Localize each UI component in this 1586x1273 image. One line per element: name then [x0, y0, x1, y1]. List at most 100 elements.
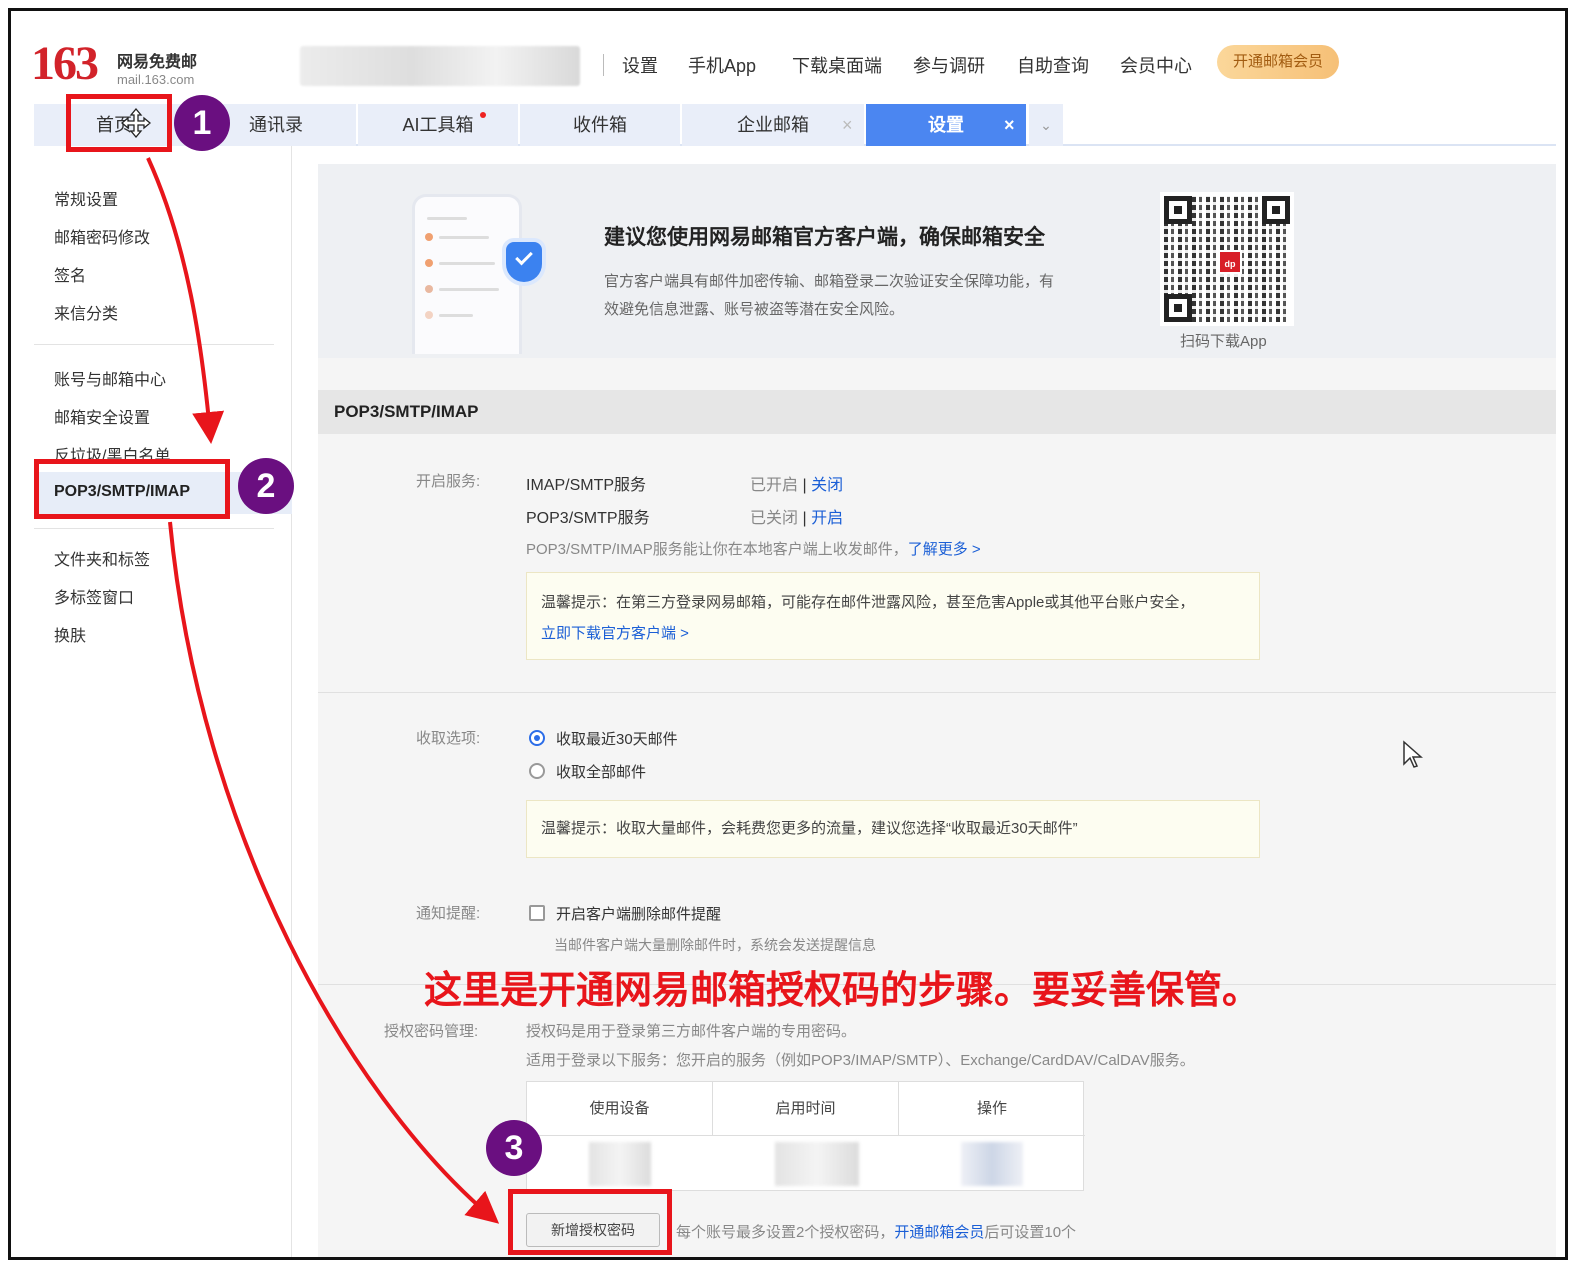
services-desc-text: POP3/SMTP/IMAP服务能让你在本地客户端上收发邮件，	[526, 541, 908, 558]
pointer-cursor-icon	[1403, 740, 1423, 768]
logo-domain: mail.163.com	[117, 72, 195, 87]
delete-reminder-description: 当邮件客户端大量删除邮件时，系统会发送提醒信息	[554, 937, 876, 953]
auth-password-table: 使用设备 启用时间 操作	[526, 1081, 1085, 1191]
pop3-open-link[interactable]: 开启	[811, 510, 843, 527]
topnav-survey[interactable]: 参与调研	[913, 52, 985, 78]
vip-link[interactable]: 开通邮箱会员	[894, 1224, 984, 1241]
radio-recent-label: 收取最近30天邮件	[556, 731, 678, 748]
sidebar-item-multitab[interactable]: 多标签窗口	[54, 584, 134, 608]
sidebar-item-security[interactable]: 邮箱安全设置	[54, 404, 150, 428]
phone-avatar	[425, 233, 433, 241]
auth-label: 授权密码管理:	[384, 1023, 479, 1040]
pop3-service-status: 已关闭 | 开启	[750, 504, 843, 528]
sidebar-item-folders[interactable]: 文件夹和标签	[54, 546, 150, 570]
tab-inbox[interactable]: 收件箱	[520, 104, 680, 146]
topnav-self-service[interactable]: 自助查询	[1017, 52, 1089, 78]
section-title: POP3/SMTP/IMAP	[318, 390, 1556, 434]
traffic-notice: 温馨提示：收取大量邮件，会耗费您更多的流量，建议您选择“收取最近30天邮件”	[526, 800, 1260, 858]
divider	[34, 344, 274, 345]
tab-label: 设置	[928, 115, 964, 135]
divider	[34, 528, 274, 529]
topnav-mobile-app[interactable]: 手机App	[688, 52, 756, 78]
check-mark	[515, 247, 533, 266]
shield-icon	[506, 242, 542, 282]
step-badge-3: 3	[486, 1120, 542, 1176]
chevron-down-icon[interactable]: ⌄	[1029, 104, 1063, 146]
phone-line	[439, 236, 489, 239]
vip-button[interactable]: 开通邮箱会员	[1217, 45, 1339, 79]
limit-tail: 后可设置10个	[984, 1224, 1077, 1241]
blurred-cell	[589, 1142, 651, 1186]
settings-content: 建议您使用网易邮箱官方客户端，确保邮箱安全 官方客户端具有邮件加密传输、邮箱登录…	[318, 164, 1556, 1257]
screenshot-frame: 163 网易免费邮 mail.163.com 设置 手机App 下载桌面端 参与…	[8, 8, 1568, 1260]
tab-label: 企业邮箱	[737, 115, 809, 135]
column-header-device: 使用设备	[527, 1082, 713, 1136]
divider	[603, 54, 604, 76]
qr-corner	[1164, 196, 1192, 224]
phone-avatar	[425, 311, 433, 319]
banner-title: 建议您使用网易邮箱官方客户端，确保邮箱安全	[604, 226, 1045, 249]
pop3-service-name: POP3/SMTP服务	[526, 510, 650, 527]
topnav-member-center[interactable]: 会员中心	[1120, 52, 1192, 78]
status-text: 已关闭	[750, 510, 799, 527]
status-text: 已开启	[750, 477, 799, 494]
phone-line	[427, 217, 467, 220]
client-banner: 建议您使用网易邮箱官方客户端，确保邮箱安全 官方客户端具有邮件加密传输、邮箱登录…	[318, 164, 1556, 358]
download-client-link[interactable]: 立即下载官方客户端 >	[541, 622, 1245, 643]
imap-close-link[interactable]: 关闭	[811, 477, 843, 494]
delete-reminder-checkbox[interactable]	[529, 905, 545, 921]
logo-name: 网易免费邮	[117, 54, 198, 71]
divider	[318, 692, 1556, 693]
close-icon[interactable]: ×	[1004, 104, 1015, 146]
topnav-desktop-download[interactable]: 下载桌面端	[792, 52, 882, 78]
qr-corner	[1164, 294, 1192, 322]
sidebar-item-skin[interactable]: 换肤	[54, 622, 86, 646]
radio-all-mail[interactable]	[529, 763, 545, 779]
phone-line	[439, 314, 473, 317]
security-notice: 温馨提示：在第三方登录网易邮箱，可能存在邮件泄露风险，甚至危害Apple或其他平…	[526, 572, 1260, 660]
qr-logo-icon: dp	[1218, 250, 1242, 274]
phone-avatar	[425, 285, 433, 293]
auth-limit-text: 每个账号最多设置2个授权密码，开通邮箱会员后可设置10个	[676, 1221, 1076, 1242]
auth-line-1: 授权码是用于登录第三方邮件客户端的专用密码。	[526, 1023, 857, 1040]
topnav-settings[interactable]: 设置	[622, 52, 658, 78]
phone-line	[439, 262, 495, 265]
tab-settings[interactable]: 设置 ×	[866, 104, 1026, 146]
logo-number: 163	[31, 37, 99, 90]
services-label: 开启服务:	[416, 473, 481, 490]
imap-service-status: 已开启 | 关闭	[750, 471, 843, 495]
sidebar-item-mail-rules[interactable]: 来信分类	[54, 300, 118, 324]
column-header-action: 操作	[899, 1082, 1085, 1136]
sidebar-item-password[interactable]: 邮箱密码修改	[54, 224, 150, 248]
imap-service-name: IMAP/SMTP服务	[526, 477, 647, 494]
separator: |	[798, 477, 812, 494]
highlight-box-add-password	[508, 1189, 672, 1255]
annotation-text: 这里是开通网易邮箱授权码的步骤。要妥善保管。	[424, 970, 1261, 1012]
sidebar-item-general[interactable]: 常规设置	[54, 186, 118, 210]
notify-label: 通知提醒:	[416, 905, 481, 922]
settings-sidebar: 常规设置 邮箱密码修改 签名 来信分类 账号与邮箱中心 邮箱安全设置 反垃圾/黑…	[20, 146, 292, 1257]
blurred-cell	[961, 1142, 1023, 1186]
banner-description: 官方客户端具有邮件加密传输、邮箱登录二次验证安全保障功能，有效避免信息泄露、账号…	[604, 273, 1055, 318]
services-description: POP3/SMTP/IMAP服务能让你在本地客户端上收发邮件，了解更多 >	[526, 538, 981, 559]
qr-corner	[1262, 196, 1290, 224]
close-icon[interactable]: ×	[842, 104, 853, 146]
tab-enterprise-mail[interactable]: 企业邮箱 ×	[682, 104, 864, 146]
qr-caption: 扫码下载App	[1180, 333, 1267, 350]
sidebar-item-account-center[interactable]: 账号与邮箱中心	[54, 366, 166, 390]
radio-all-label: 收取全部邮件	[556, 764, 647, 781]
notice-text: 温馨提示：在第三方登录网易邮箱，可能存在邮件泄露风险，甚至危害Apple或其他平…	[541, 594, 1195, 611]
learn-more-link[interactable]: 了解更多 >	[908, 541, 981, 558]
mail-app: 163 网易免费邮 mail.163.com 设置 手机App 下载桌面端 参与…	[20, 16, 1556, 1257]
tab-ai-toolbox[interactable]: AI工具箱	[358, 104, 518, 146]
limit-text: 每个账号最多设置2个授权密码，	[676, 1224, 895, 1241]
receive-label: 收取选项:	[416, 730, 481, 747]
tab-label: 通讯录	[249, 115, 303, 135]
column-header-time: 启用时间	[713, 1082, 899, 1136]
sidebar-item-signature[interactable]: 签名	[54, 262, 86, 286]
phone-avatar	[425, 259, 433, 267]
step-badge-1: 1	[174, 95, 230, 151]
highlight-box-pop3	[34, 459, 230, 519]
phone-line	[439, 288, 499, 291]
radio-recent-30-days[interactable]	[529, 730, 545, 746]
